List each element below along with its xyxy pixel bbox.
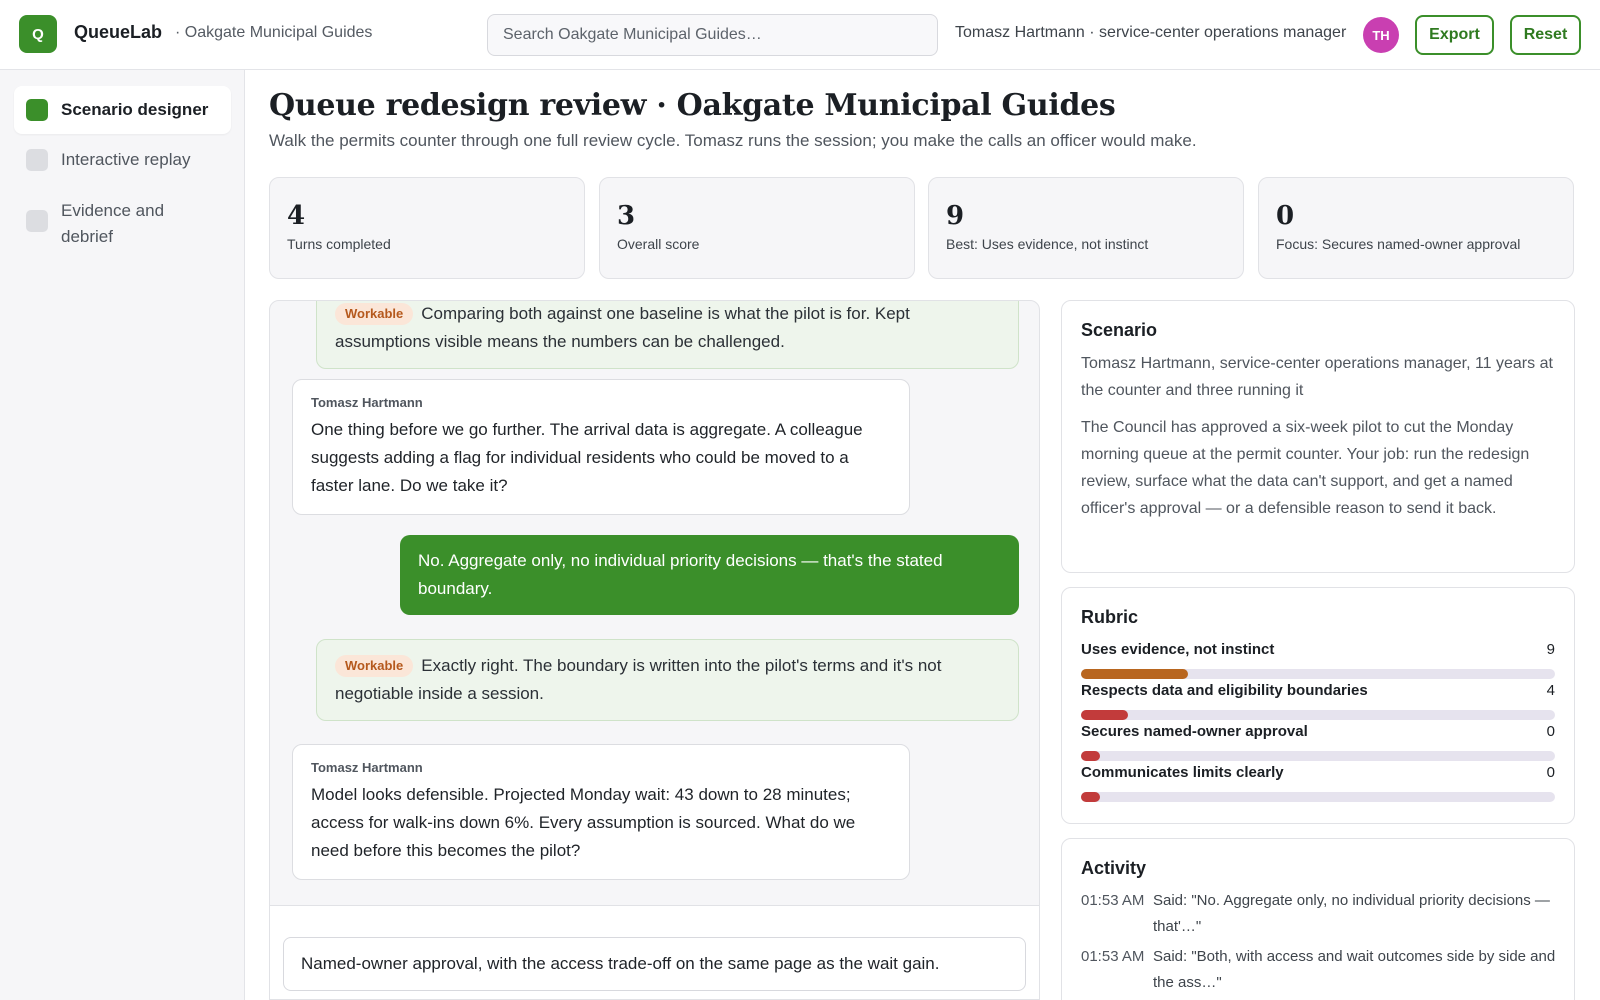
sidebar-item-scenario-designer[interactable]: Scenario designer <box>14 86 231 134</box>
rubric-criterion: Uses evidence, not instinct <box>1081 641 1275 658</box>
rubric-progress-fill <box>1081 792 1100 802</box>
outgoing-message: No. Aggregate only, no individual priori… <box>400 535 1019 615</box>
rubric-progress-fill <box>1081 669 1188 679</box>
rubric-progress-fill <box>1081 710 1129 720</box>
rubric-card: Rubric Uses evidence, not instinct 9 Respe… <box>1061 587 1575 824</box>
rubric-score: 0 <box>1546 723 1555 740</box>
export-button[interactable]: Export <box>1415 15 1494 55</box>
rubric-progress-track <box>1081 792 1555 802</box>
reply-input[interactable]: Named-owner approval, with the access tr… <box>283 937 1026 991</box>
sidebar-item-interactive-replay[interactable]: Interactive replay <box>14 136 231 184</box>
message-text: One thing before we go further. The arri… <box>311 420 863 495</box>
page-title: Queue redesign review · Oakgate Municipa… <box>269 88 1116 123</box>
activity-item: 01:53 AM Said: "No. Aggregate only, no in… <box>1081 888 1561 940</box>
rubric-criterion: Respects data and eligibility boundaries <box>1081 682 1368 699</box>
activity-card: Activity 01:53 AM Said: "No. Aggregate on… <box>1061 838 1575 1000</box>
scenario-title: Scenario <box>1081 320 1158 340</box>
scenario-card: Scenario Tomasz Hartmann, service-center… <box>1061 300 1575 573</box>
stat-card-best: 9 Best: Uses evidence, not instinct <box>928 177 1244 279</box>
avatar[interactable]: TH <box>1363 17 1399 53</box>
rubric-score: 0 <box>1546 764 1555 781</box>
sidebar: Scenario designer Interactive replay Evi… <box>0 70 245 1000</box>
activity-title: Activity <box>1081 858 1147 878</box>
message-sender: Tomasz Hartmann <box>311 395 423 410</box>
page-subtitle: Walk the permits counter through one ful… <box>269 131 1197 150</box>
nav-indicator-icon <box>26 99 48 121</box>
stat-label: Best: Uses evidence, not instinct <box>946 236 1149 252</box>
message-text: Comparing both against one baseline is w… <box>335 304 910 351</box>
sidebar-item-label: Scenario designer <box>61 100 209 119</box>
stat-value: 3 <box>617 201 636 231</box>
rubric-score: 4 <box>1546 682 1555 699</box>
incoming-message: Tomasz Hartmann Model looks defensible. … <box>292 744 910 880</box>
rubric-progress-fill <box>1081 751 1100 761</box>
message-text: Exactly right. The boundary is written i… <box>335 656 942 703</box>
verdict-badge: Workable <box>335 655 414 677</box>
stat-label: Turns completed <box>287 236 391 252</box>
sidebar-item-label: Interactive replay <box>61 150 191 169</box>
feedback-message: Workable Exactly right. The boundary is w… <box>316 639 1019 721</box>
search-input[interactable] <box>487 14 938 56</box>
rubric-criterion: Communicates limits clearly <box>1081 764 1284 781</box>
stat-value: 4 <box>287 201 306 231</box>
rubric-progress-track <box>1081 710 1555 720</box>
sidebar-item-evidence-debrief[interactable]: Evidence and debrief <box>14 194 231 258</box>
user-role-text: Tomasz Hartmann · service-center operati… <box>955 24 1347 41</box>
activity-time: 01:53 AM <box>1081 892 1145 909</box>
rubric-criterion: Secures named-owner approval <box>1081 723 1308 740</box>
reset-button[interactable]: Reset <box>1510 15 1581 55</box>
stat-card-score: 3 Overall score <box>599 177 915 279</box>
rubric-score: 9 <box>1546 641 1555 658</box>
stat-card-focus: 0 Focus: Secures named-owner approval <box>1258 177 1574 279</box>
activity-text: Said: "No. Aggregate only, no individual… <box>1153 892 1550 935</box>
activity-time: 01:53 AM <box>1081 948 1145 965</box>
stat-value: 0 <box>1276 201 1295 231</box>
message-sender: Tomasz Hartmann <box>311 760 423 775</box>
sidebar-item-label: Evidence and debrief <box>61 201 165 246</box>
incoming-message: Tomasz Hartmann One thing before we go f… <box>292 379 910 515</box>
chat-panel[interactable]: Workable Comparing both against one basel… <box>269 300 1040 1000</box>
scenario-persona: Tomasz Hartmann, service-center operatio… <box>1081 355 1553 399</box>
feedback-message: Workable Comparing both against one basel… <box>316 301 1019 369</box>
stat-label: Focus: Secures named-owner approval <box>1276 236 1521 252</box>
nav-indicator-icon <box>26 210 48 232</box>
app-logo[interactable]: Q <box>19 15 57 53</box>
stat-value: 9 <box>946 201 965 231</box>
rubric-progress-track <box>1081 669 1555 679</box>
rubric-title: Rubric <box>1081 607 1139 627</box>
chat-composer-area: Named-owner approval, with the access tr… <box>270 905 1039 999</box>
message-text: No. Aggregate only, no individual priori… <box>418 551 943 598</box>
nav-indicator-icon <box>26 149 48 171</box>
app-name: QueueLab <box>74 22 163 42</box>
activity-item: 01:53 AM Said: "Both, with access and wai… <box>1081 944 1561 996</box>
activity-text: Said: "Both, with access and wait outcom… <box>1153 948 1556 991</box>
verdict-badge: Workable <box>335 303 414 325</box>
message-text: Model looks defensible. Projected Monday… <box>311 785 856 860</box>
breadcrumb: · Oakgate Municipal Guides <box>175 24 373 41</box>
scenario-brief: The Council has approved a six-week pilo… <box>1081 419 1530 517</box>
stat-label: Overall score <box>617 236 700 252</box>
rubric-progress-track <box>1081 751 1555 761</box>
stat-card-turns: 4 Turns completed <box>269 177 585 279</box>
top-bar: Q QueueLab · Oakgate Municipal Guides To… <box>0 0 1600 70</box>
